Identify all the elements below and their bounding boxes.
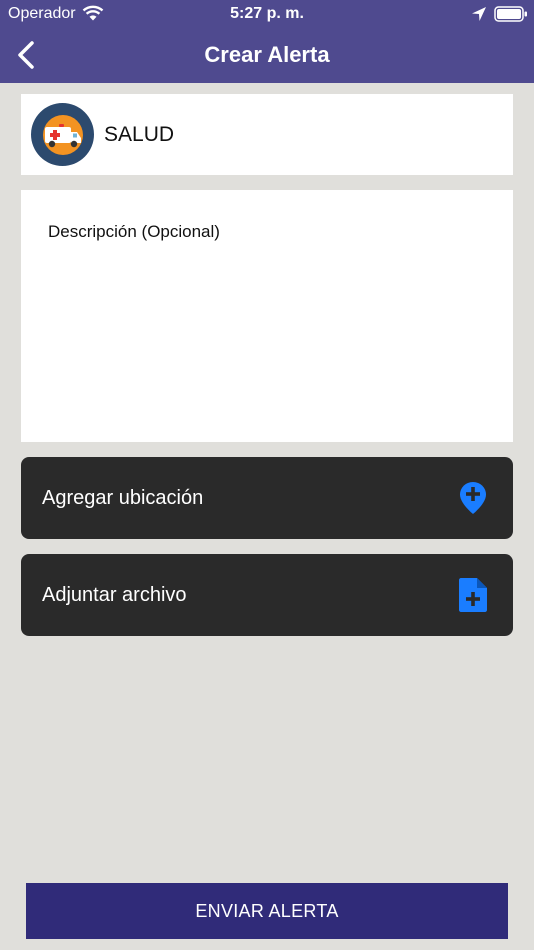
battery-icon: [494, 6, 527, 22]
category-label: SALUD: [104, 123, 175, 146]
location-plus-icon: [460, 482, 486, 514]
description-input[interactable]: [21, 190, 513, 442]
category-card: SALUD: [21, 94, 513, 175]
file-plus-icon: [459, 578, 487, 612]
attach-file-label: Adjuntar archivo: [42, 584, 187, 606]
status-bar: Operador 5:27 p. m.: [0, 0, 534, 28]
nav-bar: Crear Alerta: [0, 28, 534, 83]
add-location-button[interactable]: Agregar ubicación: [21, 457, 513, 539]
status-time: 5:27 p. m.: [230, 5, 304, 22]
page-title: Crear Alerta: [204, 42, 330, 67]
add-location-label: Agregar ubicación: [42, 487, 204, 509]
category-avatar: [31, 103, 94, 166]
app-header: Operador 5:27 p. m. Crear Alerta: [0, 0, 534, 83]
attach-file-button[interactable]: Adjuntar archivo: [21, 554, 513, 636]
location-arrow-icon: [472, 7, 486, 21]
send-alert-button[interactable]: ENVIAR ALERTA: [26, 883, 508, 939]
ambulance-icon: [42, 114, 83, 155]
